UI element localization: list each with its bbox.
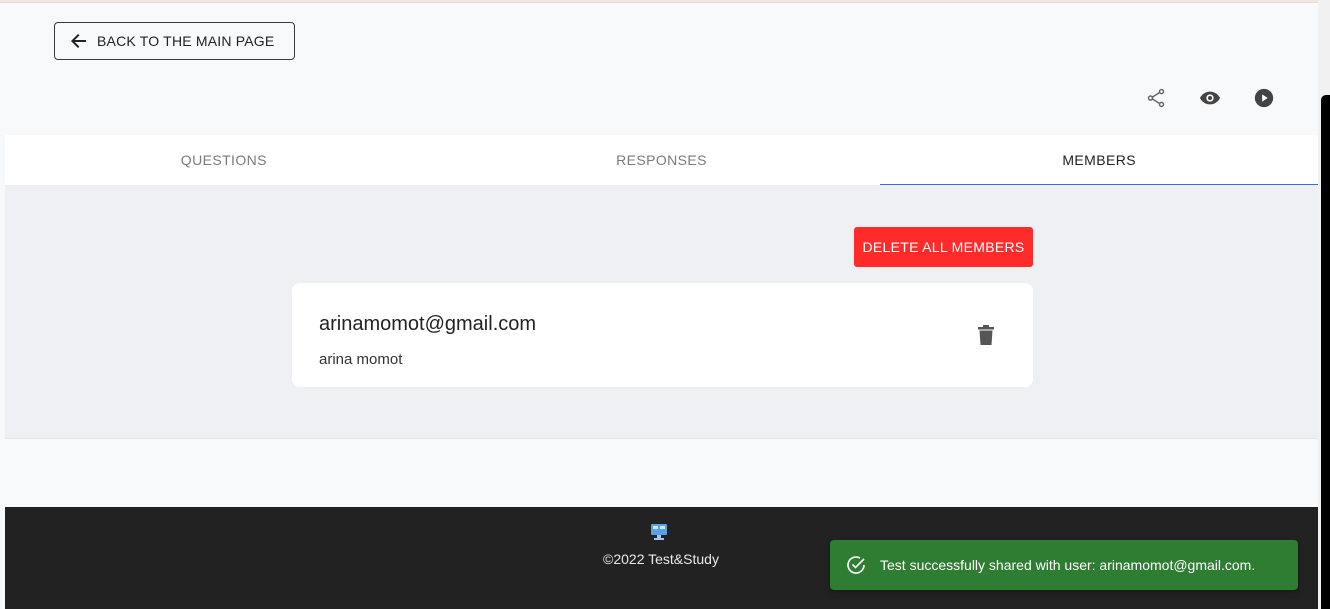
tab-bar: QUESTIONS RESPONSES MEMBERS [5, 135, 1318, 186]
scrollbar-thumb[interactable] [1321, 95, 1330, 609]
play-icon[interactable] [1252, 86, 1276, 110]
member-email: arinamomot@gmail.com [319, 313, 537, 335]
members-panel: DELETE ALL MEMBERS arinamomot@gmail.com … [5, 185, 1318, 439]
tab-responses[interactable]: RESPONSES [443, 135, 881, 185]
trash-icon[interactable] [976, 325, 996, 345]
delete-all-members-button[interactable]: DELETE ALL MEMBERS [854, 227, 1033, 267]
footer-copyright: ©2022 Test&Study [603, 551, 719, 567]
success-snackbar: Test successfully shared with user: arin… [830, 540, 1298, 590]
member-name: arina momot [319, 351, 403, 368]
eye-icon[interactable] [1198, 86, 1222, 110]
page: BACK TO THE MAIN PAGE QUESTIONS RESPONSE… [5, 4, 1318, 609]
logo-icon [650, 523, 668, 541]
header-actions [1144, 86, 1276, 110]
tab-members[interactable]: MEMBERS [880, 135, 1318, 186]
arrow-left-icon [71, 33, 87, 49]
tab-questions[interactable]: QUESTIONS [5, 135, 443, 185]
top-stripe [0, 0, 1330, 3]
header: BACK TO THE MAIN PAGE [5, 4, 1318, 135]
check-circle-icon [846, 555, 866, 575]
member-card: arinamomot@gmail.com arina momot [292, 283, 1033, 387]
back-to-main-label: BACK TO THE MAIN PAGE [97, 33, 275, 49]
snackbar-message: Test successfully shared with user: arin… [880, 557, 1256, 573]
share-icon[interactable] [1144, 86, 1168, 110]
back-to-main-button[interactable]: BACK TO THE MAIN PAGE [54, 22, 295, 60]
